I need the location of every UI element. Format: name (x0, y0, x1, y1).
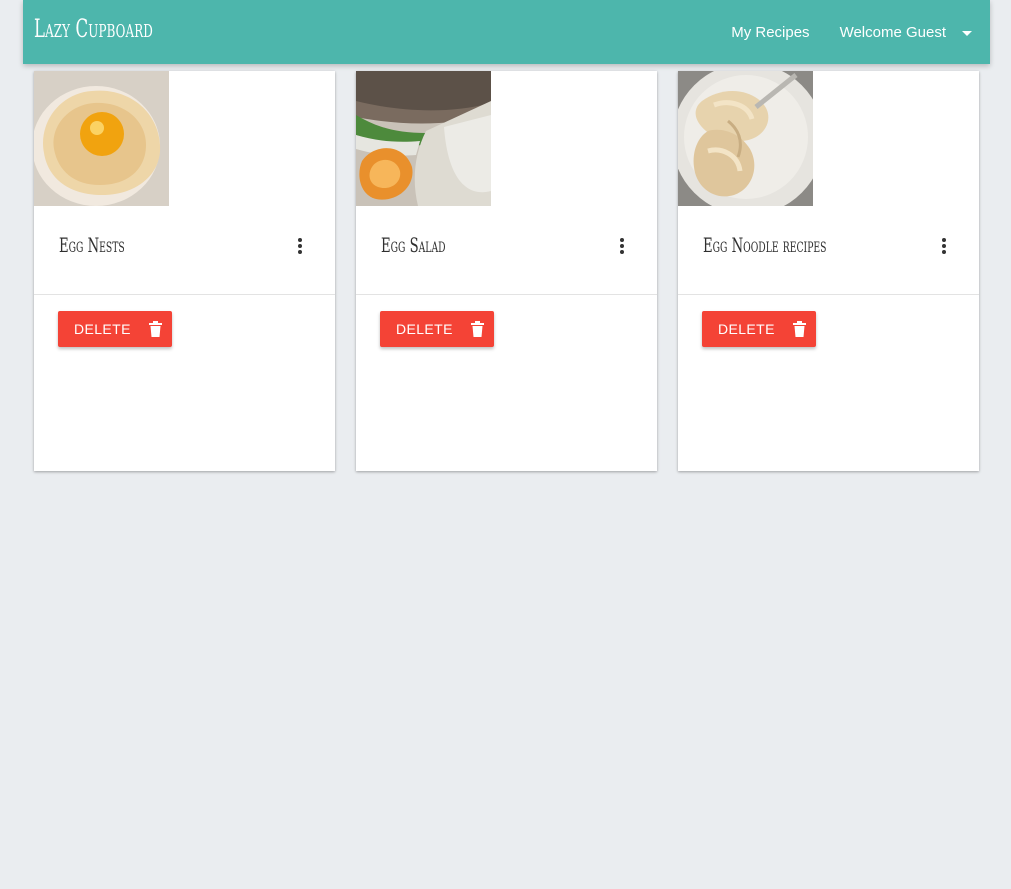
card-divider (356, 294, 657, 295)
delete-button[interactable]: DELETE (58, 311, 172, 347)
top-navbar: Lazy Cupboard My Recipes Welcome Guest (23, 0, 990, 64)
trash-icon (470, 321, 484, 337)
card-title: Egg Noodle recipes (703, 233, 827, 257)
welcome-user-link[interactable]: Welcome Guest (840, 24, 946, 41)
more-vert-icon[interactable] (297, 237, 303, 255)
recipe-image[interactable] (678, 71, 813, 206)
more-vert-icon[interactable] (941, 237, 947, 255)
recipe-card: Egg Nests DELETE (34, 71, 335, 471)
card-divider (678, 294, 979, 295)
trash-icon (792, 321, 806, 337)
my-recipes-link[interactable]: My Recipes (731, 24, 809, 41)
recipe-card: Egg Salad DELETE (356, 71, 657, 471)
caret-down-icon[interactable] (962, 30, 972, 36)
recipe-card: Egg Noodle recipes DELETE (678, 71, 979, 471)
delete-button[interactable]: DELETE (380, 311, 494, 347)
delete-button-label: DELETE (718, 321, 775, 337)
recipe-image[interactable] (34, 71, 169, 206)
delete-button-label: DELETE (74, 321, 131, 337)
trash-icon (148, 321, 162, 337)
delete-button-label: DELETE (396, 321, 453, 337)
card-title: Egg Salad (381, 233, 446, 257)
card-divider (34, 294, 335, 295)
delete-button[interactable]: DELETE (702, 311, 816, 347)
card-title: Egg Nests (59, 233, 125, 257)
more-vert-icon[interactable] (619, 237, 625, 255)
brand-logo[interactable]: Lazy Cupboard (34, 14, 153, 43)
recipe-image[interactable] (356, 71, 491, 206)
nav-right-menu: My Recipes Welcome Guest (731, 0, 972, 64)
